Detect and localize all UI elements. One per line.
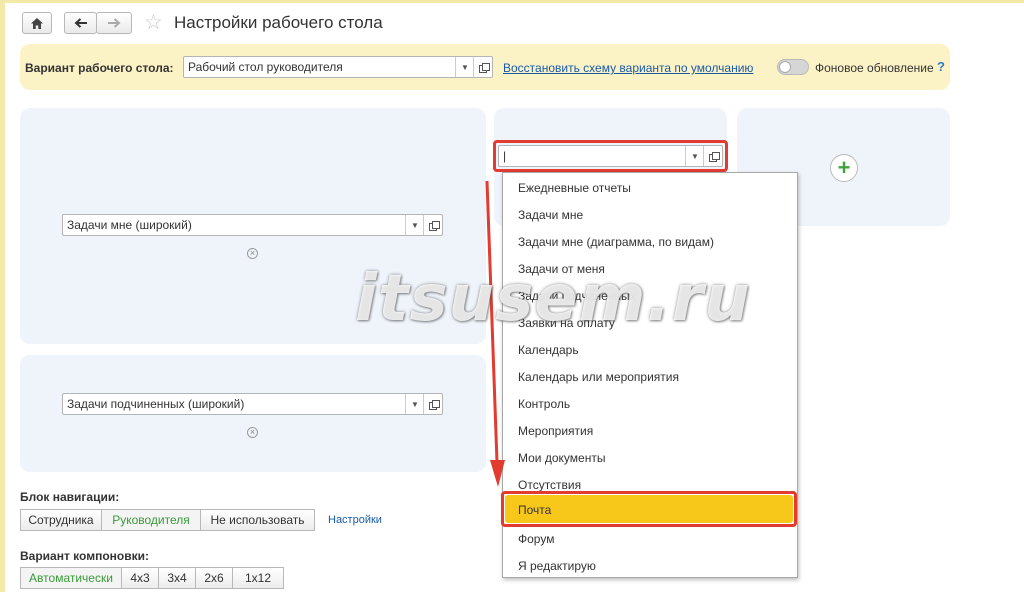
home-icon [31,17,43,29]
navigation-block-selector: Сотрудника Руководителя Не использовать [20,509,315,531]
layout-variant-label: Вариант компоновки: [20,549,149,563]
open-icon[interactable] [423,394,442,414]
annotation-box-field [493,140,728,172]
forward-button[interactable] [96,12,132,34]
list-item[interactable]: Календарь или мероприятия [518,370,679,384]
chevron-down-icon[interactable]: ▼ [455,57,474,77]
remove-icon[interactable]: × [247,248,258,259]
left-top-select[interactable]: Задачи мне (широкий) ▼ [62,214,443,236]
layout-variant-selector: Автоматически 4x3 3x4 2x6 1x12 [20,567,284,589]
toggle-knob [779,61,791,73]
layout-option-4x3[interactable]: 4x3 [121,567,159,589]
left-border [0,0,5,592]
list-item[interactable]: Календарь [518,343,579,357]
list-item[interactable]: Ежедневные отчеты [518,181,631,195]
arrow-right-icon [108,18,121,28]
restore-default-link[interactable]: Восстановить схему варианта по умолчанию [503,61,753,75]
list-item[interactable]: Контроль [518,397,570,411]
background-update-toggle[interactable] [777,59,809,75]
home-button[interactable] [22,12,52,34]
list-item[interactable]: Форум [518,532,554,546]
list-item[interactable]: Задачи мне (диаграмма, по видам) [518,235,714,249]
layout-option-2x6[interactable]: 2x6 [195,567,233,589]
layout-option-3x4[interactable]: 3x4 [158,567,196,589]
nav-option-none[interactable]: Не использовать [200,509,315,531]
list-item[interactable]: Задачи подчиненных [518,289,636,303]
open-icon[interactable] [473,57,492,77]
chevron-down-icon[interactable]: ▼ [405,215,424,235]
variant-select-value: Рабочий стол руководителя [188,60,343,74]
list-item[interactable]: Я редактирую [518,559,596,573]
layout-option-auto[interactable]: Автоматически [20,567,122,589]
open-icon[interactable] [423,215,442,235]
variant-label: Вариант рабочего стола: [25,61,174,75]
back-button[interactable] [64,12,97,34]
remove-icon[interactable]: × [247,427,258,438]
variant-select[interactable]: Рабочий стол руководителя ▼ [183,56,493,78]
annotation-box-mail [501,491,797,527]
list-item[interactable]: Задачи мне [518,208,583,222]
page-title: Настройки рабочего стола [174,13,383,32]
star-icon[interactable]: ☆ [144,12,163,34]
top-border [0,0,1024,3]
list-item[interactable]: Задачи от меня [518,262,605,276]
list-item[interactable]: Отсутствия [518,478,581,492]
navigation-block-label: Блок навигации: [20,490,120,504]
left-bottom-select[interactable]: Задачи подчиненных (широкий) ▼ [62,393,443,415]
list-item[interactable]: Мероприятия [518,424,593,438]
layout-option-1x12[interactable]: 1x12 [232,567,284,589]
add-icon[interactable]: + [830,154,858,182]
list-item[interactable]: Заявки на оплату [518,316,615,330]
list-item[interactable]: Мои документы [518,451,605,465]
left-top-select-value: Задачи мне (широкий) [67,218,192,232]
navigation-settings-link[interactable]: Настройки [328,514,382,526]
background-update-label: Фоновое обновление [815,61,934,75]
arrow-left-icon [73,18,87,28]
help-icon[interactable]: ? [937,59,945,74]
nav-option-employee[interactable]: Сотрудника [20,509,102,531]
left-bottom-select-value: Задачи подчиненных (широкий) [67,397,245,411]
nav-option-manager[interactable]: Руководителя [101,509,201,531]
chevron-down-icon[interactable]: ▼ [405,394,424,414]
